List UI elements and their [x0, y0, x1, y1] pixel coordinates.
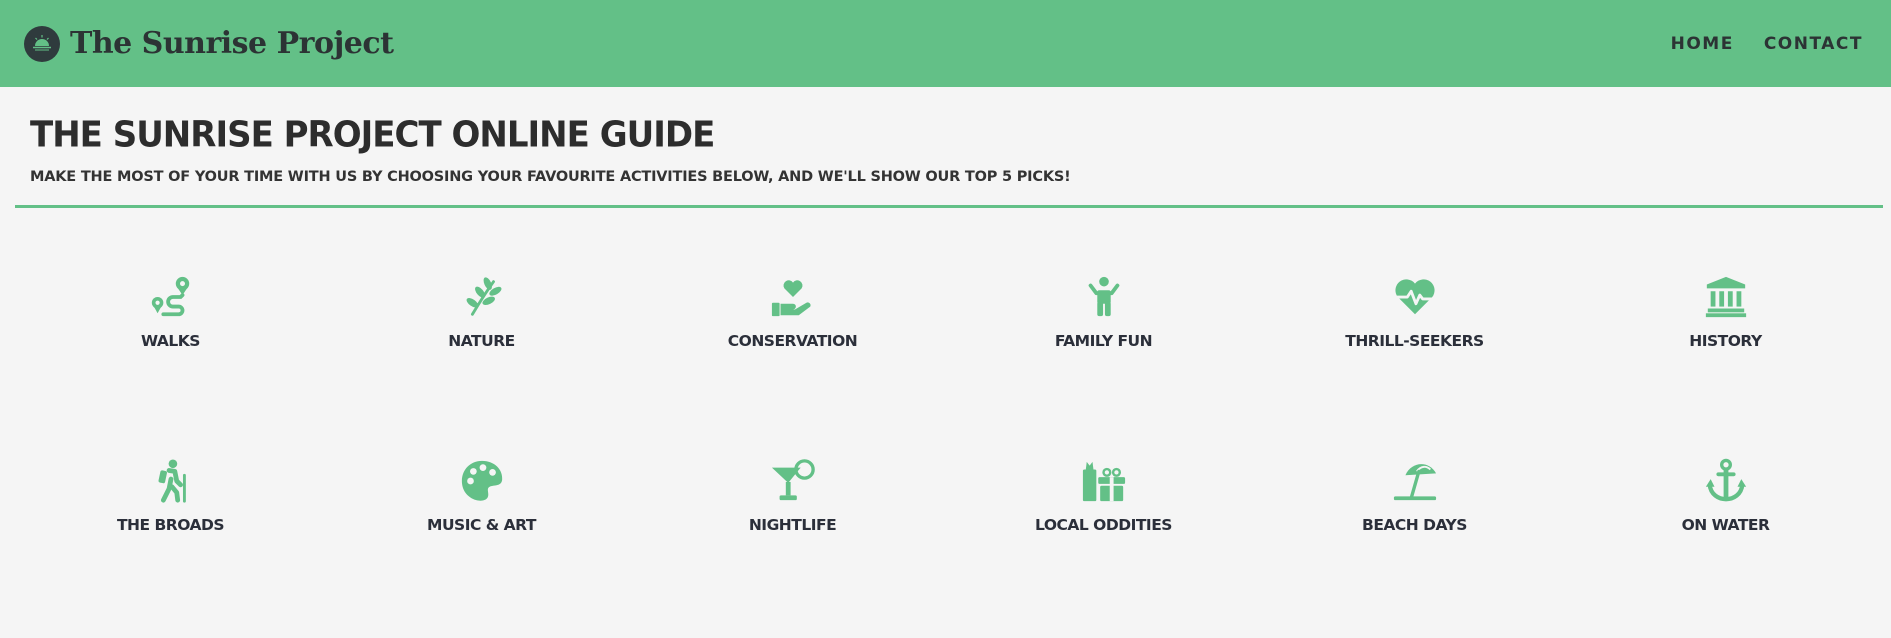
activity-label: WALKS — [141, 332, 200, 350]
activity-label: THRILL-SEEKERS — [1345, 332, 1484, 350]
page-subtitle: MAKE THE MOST OF YOUR TIME WITH US BY CH… — [30, 169, 1071, 185]
activity-tile-nature[interactable]: NATURE — [326, 274, 637, 350]
palette-icon — [461, 460, 502, 501]
activity-tile-on-water[interactable]: ON WATER — [1570, 458, 1881, 534]
main-nav: HOME CONTACT — [1671, 34, 1863, 54]
brand[interactable]: The Sunrise Project — [24, 25, 394, 62]
activity-label: MUSIC & ART — [427, 516, 536, 534]
umbrella-beach-icon — [1393, 464, 1436, 501]
activity-label: LOCAL ODDITIES — [1035, 516, 1172, 534]
landmark-icon — [1705, 276, 1746, 318]
activity-label: BEACH DAYS — [1362, 516, 1467, 534]
brand-name: The Sunrise Project — [70, 26, 394, 61]
site-header: The Sunrise Project HOME CONTACT — [0, 0, 1891, 87]
activity-tile-local-oddities[interactable]: LOCAL ODDITIES — [948, 458, 1259, 534]
activity-tile-history[interactable]: HISTORY — [1570, 274, 1881, 350]
hiking-icon — [158, 459, 186, 503]
activity-tile-walks[interactable]: WALKS — [15, 274, 326, 350]
activity-tile-nightlife[interactable]: NIGHTLIFE — [637, 458, 948, 534]
activity-label: HISTORY — [1689, 332, 1762, 350]
gifts-icon — [1082, 461, 1125, 502]
activity-tile-music-art[interactable]: MUSIC & ART — [326, 458, 637, 534]
nav-home-link[interactable]: HOME — [1671, 34, 1734, 54]
activity-tile-the-broads[interactable]: THE BROADS — [15, 458, 326, 534]
seedling-icon — [466, 277, 501, 316]
heartbeat-icon — [1394, 279, 1435, 315]
activity-tile-family-fun[interactable]: FAMILY FUN — [948, 274, 1259, 350]
activity-label: ON WATER — [1681, 516, 1770, 534]
activity-tile-beach-days[interactable]: BEACH DAYS — [1259, 458, 1570, 534]
activity-label: CONSERVATION — [727, 332, 858, 350]
section-divider — [15, 205, 1883, 208]
activity-label: FAMILY FUN — [1054, 332, 1153, 350]
sunrise-logo-icon — [24, 25, 60, 62]
activity-tile-thrill-seekers[interactable]: THRILL-SEEKERS — [1259, 274, 1570, 350]
child-icon — [1088, 276, 1119, 317]
nav-contact-link[interactable]: CONTACT — [1764, 34, 1863, 54]
activity-label: NATURE — [448, 332, 515, 350]
activity-label: THE BROADS — [116, 516, 225, 534]
activity-label: NIGHTLIFE — [748, 516, 837, 534]
anchor-icon — [1705, 458, 1746, 502]
activity-tile-conservation[interactable]: CONSERVATION — [637, 274, 948, 350]
activity-grid: WALKS NATURE CONSERVATION FAMILY FUN THR… — [15, 274, 1891, 534]
cocktail-icon — [771, 459, 815, 501]
route-icon — [151, 276, 189, 317]
intro-section: THE SUNRISE PROJECT ONLINE GUIDE MAKE TH… — [0, 87, 1891, 185]
page-title: THE SUNRISE PROJECT ONLINE GUIDE — [30, 114, 715, 156]
hand-holding-heart-icon — [771, 280, 811, 317]
